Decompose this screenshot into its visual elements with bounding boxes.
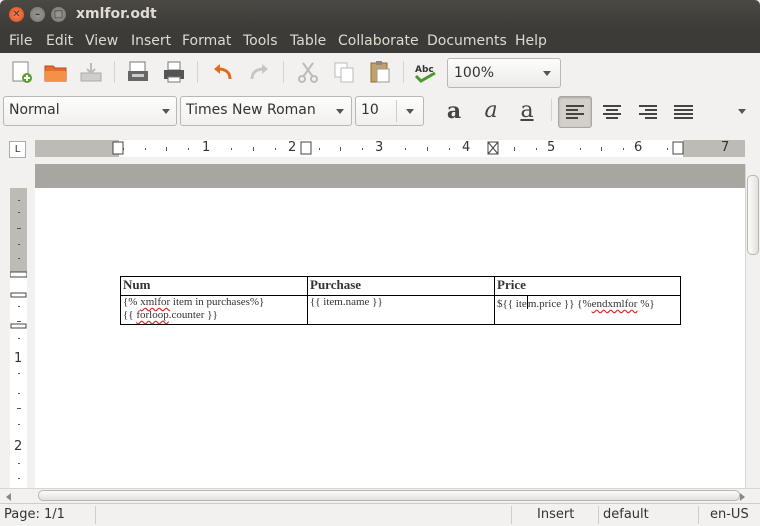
menu-collaborate[interactable]: Collaborate [338,33,419,49]
table-header-row: Num Purchase Price [120,276,681,296]
save-button[interactable] [78,59,104,85]
horizontal-scroll-thumb[interactable] [38,490,740,501]
ruler-number: 6 [634,140,643,155]
tab-stop-selector[interactable]: L [9,141,26,158]
table-cell[interactable]: {% xmlfor item in purchases%}{{ forloop.… [120,295,308,325]
table-cell[interactable]: {{ item.name }} [307,295,495,325]
menu-tools[interactable]: Tools [243,33,278,49]
title-bar: ✕ – □ xmlfor.odt [0,0,760,29]
redo-button[interactable] [246,59,272,85]
ruler-number: 1 [14,351,23,366]
document-canvas[interactable] [35,164,745,488]
copy-icon [334,62,354,83]
menu-file[interactable]: File [9,33,32,49]
redo-icon [250,64,268,80]
menu-documents[interactable]: Documents [427,33,507,49]
toolbar-overflow-icon[interactable] [738,109,746,114]
ruler-number: 4 [462,140,471,155]
vertical-scroll-thumb[interactable] [747,175,759,255]
document-table[interactable]: Num Purchase Price {% xmlfor item in pur… [120,276,681,325]
align-left-button[interactable] [558,96,592,128]
folder-icon [44,65,67,82]
scroll-left-icon[interactable] [6,493,11,501]
bold-button[interactable]: a [438,96,470,126]
undo-button[interactable] [210,59,236,85]
ruler-number: 7 [721,140,730,155]
undo-icon [214,64,232,80]
menu-bar: File Edit View Insert Format Tools Table… [0,29,760,53]
scroll-right-icon[interactable] [740,493,745,501]
chevron-down-icon [543,71,551,76]
font-name-value: Times New Roman [186,102,316,118]
window-title: xmlfor.odt [76,6,157,22]
menu-table[interactable]: Table [290,33,326,49]
new-document-button[interactable] [9,59,35,85]
zoom-select[interactable]: 100% [447,58,561,88]
spellcheck-icon: Abc [414,65,436,83]
svg-text:Abc: Abc [415,65,434,75]
table-header-cell[interactable]: Purchase [307,276,495,296]
ruler-number: 5 [547,140,556,155]
export-pdf-button[interactable] [125,59,151,85]
copy-button[interactable] [331,59,357,85]
printer-icon [164,61,184,83]
language-indicator[interactable]: en-US [710,507,749,522]
underline-button[interactable]: a [511,96,543,126]
page-style[interactable]: default [603,507,649,522]
align-center-button[interactable] [596,96,628,126]
bold-icon: a [446,98,462,124]
italic-button[interactable]: a [475,96,507,126]
cut-button[interactable] [295,59,321,85]
paragraph-style-value: Normal [9,102,60,118]
table-row: {% xmlfor item in purchases%}{{ forloop.… [120,295,681,325]
close-window-button[interactable]: ✕ [9,7,24,22]
formatting-toolbar: Normal Times New Roman 10 a a a [0,91,760,131]
align-right-button[interactable] [632,96,664,126]
table-header-cell[interactable]: Num [120,276,308,296]
open-button[interactable] [43,59,69,85]
paragraph-style-select[interactable]: Normal [3,96,177,126]
ruler-number: 1 [202,140,211,155]
font-size-select[interactable]: 10 [355,96,424,126]
menu-format[interactable]: Format [182,33,231,49]
italic-icon: a [484,98,498,123]
pdf-export-icon [128,61,148,81]
scissors-icon [298,62,318,83]
ruler-number: 3 [375,140,384,155]
zoom-value: 100% [454,65,495,81]
chevron-down-icon [406,109,414,114]
clipboard-icon [370,61,390,83]
font-name-select[interactable]: Times New Roman [180,96,352,126]
new-document-icon [12,61,32,83]
table-header-cell[interactable]: Price [494,276,681,296]
table-cell[interactable]: ${{ item.price }} {%endxmlfor %} [494,295,681,325]
standard-toolbar: Abc 100% [0,53,760,91]
status-bar: Page: 1/1 Insert default en-US [0,503,760,526]
chevron-down-icon [162,109,170,114]
minimize-window-button[interactable]: – [30,7,45,22]
underline-icon: a [520,98,534,123]
vertical-ruler[interactable]: 1 2 [10,188,27,488]
font-size-value: 10 [361,102,379,118]
spellcheck-button[interactable]: Abc [413,59,439,85]
ruler-number: 2 [14,439,23,454]
horizontal-ruler[interactable]: 1 2 3 4 5 6 7 [35,140,745,157]
menu-edit[interactable]: Edit [46,33,73,49]
chevron-down-icon [336,109,344,114]
menu-help[interactable]: Help [515,33,547,49]
menu-insert[interactable]: Insert [131,33,171,49]
menu-view[interactable]: View [85,33,118,49]
ruler-number: 2 [288,140,297,155]
paste-button[interactable] [367,59,393,85]
insert-mode[interactable]: Insert [537,507,574,522]
justify-button[interactable] [668,96,700,126]
page-margin-area [35,164,745,188]
page-indicator: Page: 1/1 [4,507,65,522]
print-button[interactable] [161,59,187,85]
maximize-window-button[interactable]: □ [51,7,66,22]
save-icon [80,63,102,82]
